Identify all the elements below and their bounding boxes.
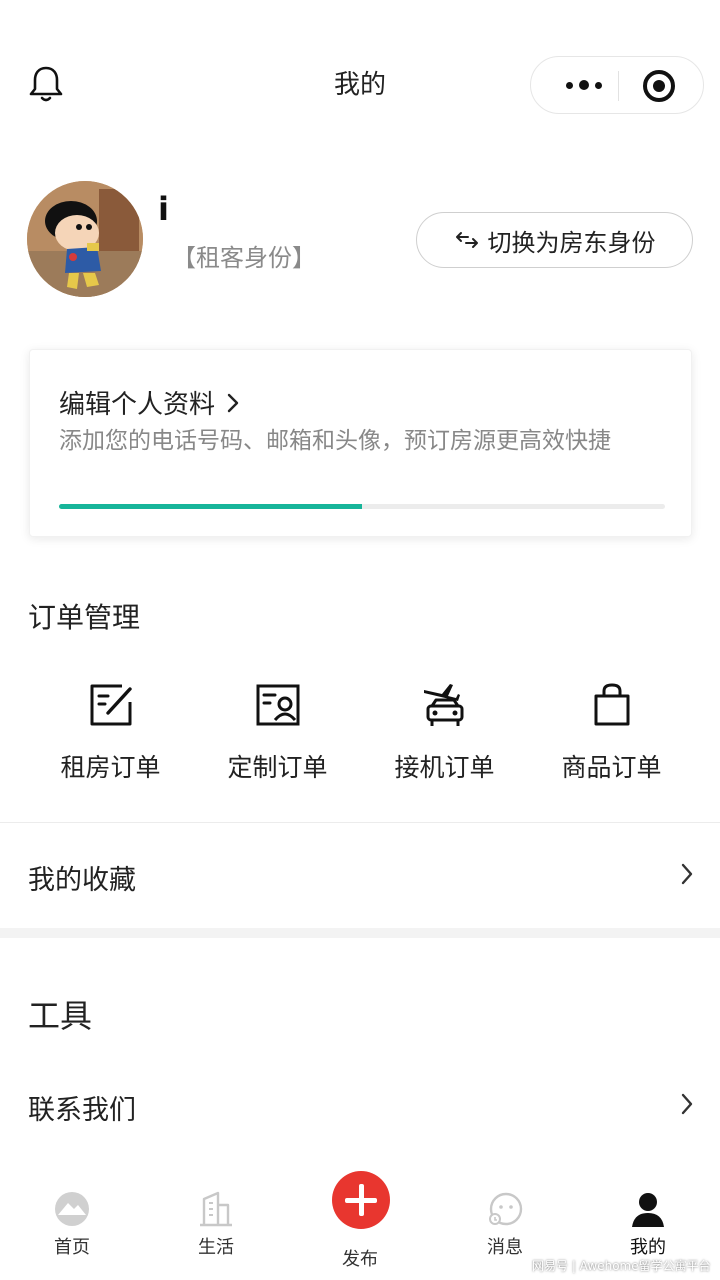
contact-us-label: 联系我们 [28,1095,136,1126]
profile-card-icon [256,684,299,726]
chevron-right-icon [681,1093,693,1115]
building-icon [200,1191,232,1227]
order-custom[interactable]: 定制订单 [194,680,361,800]
user-icon [632,1193,664,1227]
order-shortcuts: 租房订单 定制订单 接机订单 商品订单 [27,680,695,800]
section-separator [0,928,720,938]
favorites-label: 我的收藏 [28,865,136,896]
profile-progress-fill [59,504,362,509]
order-custom-label: 定制订单 [227,753,328,782]
airport-taxi-icon [423,684,463,726]
order-airport[interactable]: 接机订单 [361,680,528,800]
tab-publish-label: 发布 [342,1249,378,1270]
tab-home[interactable]: 首页 [17,1175,127,1275]
edit-profile-label: 编辑个人资料 [59,390,216,420]
profile-card[interactable]: 编辑个人资料 添加您的电话号码、邮箱和头像，预订房源更高效快捷 [29,349,692,537]
capsule-divider [618,71,619,101]
divider [0,822,720,823]
tab-life[interactable]: 生活 [161,1175,271,1275]
edit-profile-description: 添加您的电话号码、邮箱和头像，预订房源更高效快捷 [59,428,611,454]
mini-program-capsule [530,56,704,114]
tools-section-title: 工具 [28,997,93,1035]
tab-messages-label: 消息 [487,1237,523,1258]
chevron-right-icon [681,863,693,885]
tab-mine-label: 我的 [630,1237,666,1258]
edit-doc-icon [90,684,132,726]
message-icon [489,1192,523,1226]
order-airport-label: 接机订单 [394,753,495,782]
contact-us-row[interactable]: 联系我们 [0,1070,720,1140]
favorites-row[interactable]: 我的收藏 [0,840,720,910]
role-label: 【租客身份】 [172,244,316,272]
order-rental-label: 租房订单 [60,753,161,782]
avatar-image [27,181,143,297]
orders-section-title: 订单管理 [28,601,141,634]
tab-life-label: 生活 [198,1237,234,1258]
edit-profile-title[interactable]: 编辑个人资料 [59,384,239,421]
home-icon [55,1192,89,1226]
switch-role-label: 切换为房东身份 [487,228,656,257]
shopping-bag-icon [594,683,629,726]
username: i [158,190,169,228]
avatar[interactable] [27,181,143,297]
profile-progress-bar [59,504,665,509]
close-target-icon[interactable] [643,70,675,102]
swap-arrows-icon [455,232,478,248]
switch-role-button[interactable]: 切换为房东身份 [416,212,693,268]
watermark: 网易号 | Awehome留学公寓平台 [532,1259,711,1273]
order-goods[interactable]: 商品订单 [528,680,695,800]
order-rental[interactable]: 租房订单 [27,680,194,800]
top-bar: 我的 [0,0,720,170]
publish-button[interactable] [332,1171,390,1229]
more-icon[interactable] [553,57,615,113]
order-goods-label: 商品订单 [561,753,662,782]
tab-home-label: 首页 [54,1237,90,1258]
chevron-right-icon [227,393,239,412]
